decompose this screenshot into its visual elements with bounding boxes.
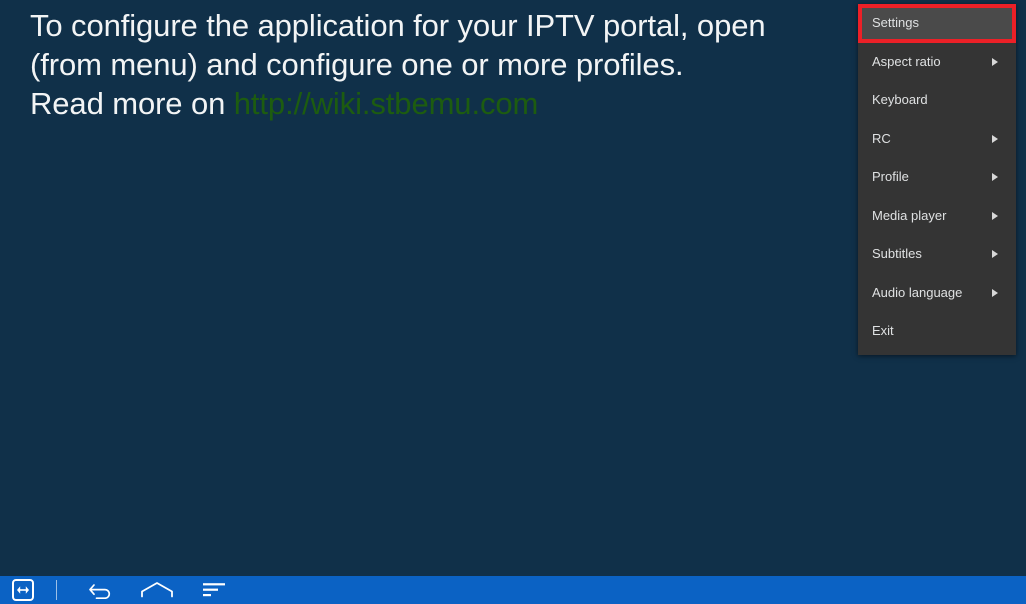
- menu-item-label: Settings: [872, 15, 919, 30]
- wiki-url-link[interactable]: http://wiki.stbemu.com: [234, 86, 539, 121]
- menu-item-label: Subtitles: [872, 246, 922, 261]
- menu-item-profile[interactable]: Profile: [858, 158, 1016, 197]
- back-arrow-icon: [89, 584, 111, 599]
- home-icon: [141, 582, 173, 598]
- chevron-right-icon: [992, 211, 998, 220]
- menu-item-audio-language[interactable]: Audio language: [858, 274, 1016, 313]
- recent-apps-icon: [203, 583, 225, 597]
- menu-item-label: Audio language: [872, 284, 963, 300]
- home-button[interactable]: [127, 576, 187, 604]
- menu-item-exit[interactable]: Exit: [858, 312, 1016, 351]
- menu-item-rc[interactable]: RC: [858, 120, 1016, 159]
- menu-item-label: Profile: [872, 169, 909, 184]
- menu-item-label: Aspect ratio: [872, 53, 941, 69]
- chevron-right-icon: [992, 250, 998, 259]
- menu-item-aspect-ratio[interactable]: Aspect ratio: [858, 43, 1016, 82]
- hint-line-1: To configure the application for your IP…: [30, 8, 766, 43]
- back-button[interactable]: [75, 576, 127, 604]
- system-navigation-bar: [0, 576, 1026, 604]
- resize-screen-button[interactable]: [0, 576, 46, 604]
- hint-line-3-prefix: Read more on: [30, 86, 234, 121]
- chevron-right-icon: [992, 57, 998, 66]
- menu-item-label: Keyboard: [872, 92, 928, 107]
- menu-item-keyboard[interactable]: Keyboard: [858, 81, 1016, 120]
- chevron-right-icon: [992, 173, 998, 182]
- resize-horizontal-icon: [12, 579, 34, 601]
- menu-item-label: Media player: [872, 207, 947, 223]
- menu-item-subtitles[interactable]: Subtitles: [858, 235, 1016, 274]
- main-popup-menu: Settings Aspect ratio Keyboard RC Profil…: [858, 4, 1016, 355]
- chevron-right-icon: [992, 288, 998, 297]
- hint-text-block: To configure the application for your IP…: [30, 6, 910, 123]
- menu-item-settings[interactable]: Settings: [858, 4, 1016, 43]
- menu-item-label: RC: [872, 130, 891, 146]
- menu-item-media-player[interactable]: Media player: [858, 197, 1016, 236]
- recent-apps-button[interactable]: [187, 576, 241, 604]
- menu-item-label: Exit: [872, 323, 894, 338]
- hint-line-3: Read more on http://wiki.stbemu.com: [30, 84, 910, 123]
- chevron-right-icon: [992, 134, 998, 143]
- app-screen: To configure the application for your IP…: [0, 0, 1026, 604]
- hint-line-2: (from menu) and configure one or more pr…: [30, 47, 684, 82]
- nav-divider: [56, 580, 57, 600]
